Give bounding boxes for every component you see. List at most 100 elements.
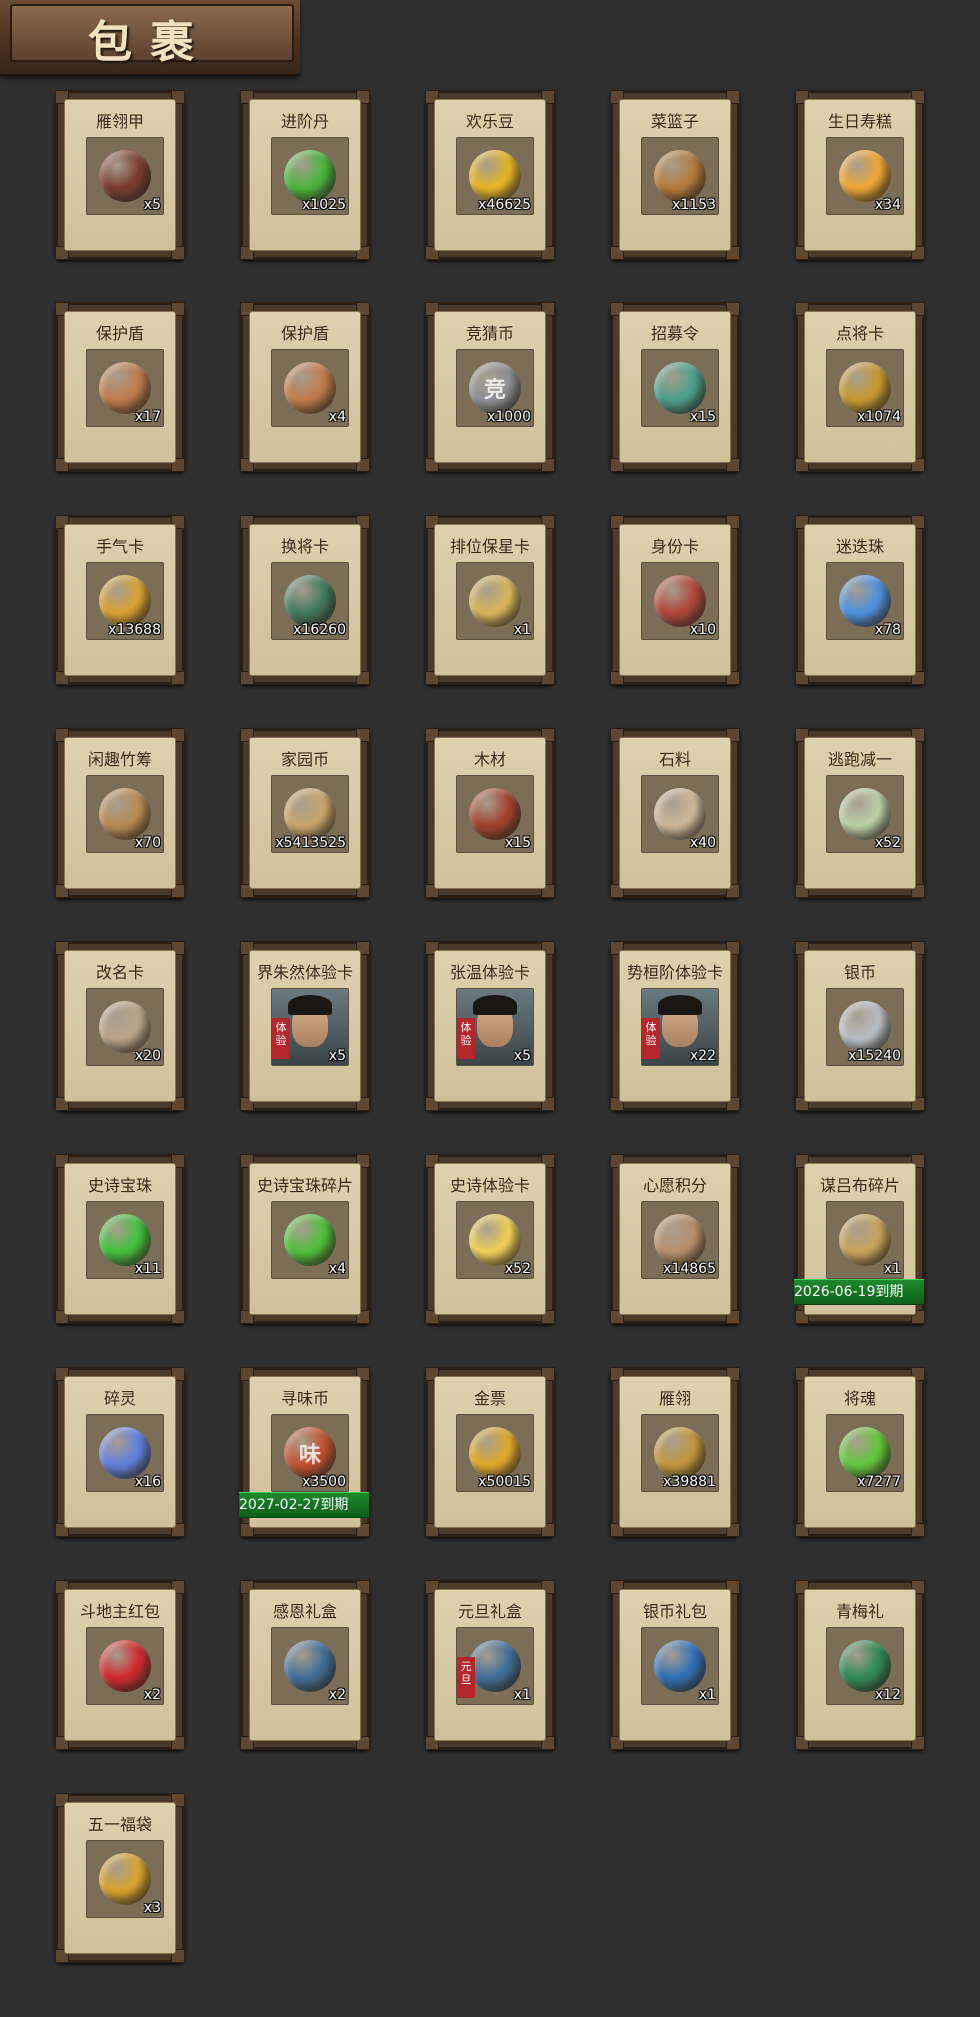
card-face: 史诗宝珠 x11 xyxy=(64,1163,176,1315)
inventory-item[interactable]: 木材 x15 xyxy=(425,728,555,898)
item-count: x1 xyxy=(513,1687,531,1703)
inventory-item[interactable]: 寻味币味 x3500 2027-02-27到期 xyxy=(239,1367,370,1537)
silver-coin-icon: 竞 xyxy=(469,362,521,414)
item-icon-frame: x40 xyxy=(641,775,719,853)
inventory-item[interactable]: 金票 x50015 xyxy=(425,1367,555,1537)
item-count: x1074 xyxy=(857,409,901,425)
inventory-item[interactable]: 斗地主红包 x2 xyxy=(55,1580,185,1750)
inventory-item[interactable]: 将魂 x7277 xyxy=(795,1367,925,1537)
gold-ticket-icon xyxy=(469,1427,521,1479)
green-orb-icon xyxy=(99,1214,151,1266)
item-count: x13688 xyxy=(108,622,161,638)
inventory-item[interactable]: 保护盾 x17 xyxy=(55,302,185,472)
inventory-item[interactable]: 银币礼包 x1 xyxy=(610,1580,740,1750)
inventory-item[interactable]: 竞猜币竞 x1000 xyxy=(425,302,555,472)
item-name: 金票 xyxy=(473,1389,506,1408)
card-face: 换将卡 x16260 xyxy=(249,524,361,676)
inventory-item[interactable]: 界朱然体验卡 体验 x5 xyxy=(240,941,370,1111)
item-count: x16 xyxy=(134,1474,161,1490)
inventory-item[interactable]: 谋吕布碎片 x1 2026-06-19到期 xyxy=(794,1154,925,1324)
card-face: 进阶丹 x1025 xyxy=(249,99,361,251)
birthday-cake-icon xyxy=(839,150,891,202)
item-count: x16260 xyxy=(293,622,346,638)
item-icon-frame: 体验 x5 xyxy=(456,988,534,1066)
inventory-item[interactable]: 进阶丹 x1025 xyxy=(240,90,370,260)
card-face: 史诗宝珠碎片 x4 xyxy=(249,1163,361,1315)
inventory-item[interactable]: 欢乐豆 x46625 xyxy=(425,90,555,260)
inventory-item[interactable]: 生日寿糕 x34 xyxy=(795,90,925,260)
inventory-item[interactable]: 手气卡 x13688 xyxy=(55,515,185,685)
card-face: 感恩礼盒 x2 xyxy=(249,1589,361,1741)
gold-beans-icon xyxy=(469,150,521,202)
inventory-item[interactable]: 五一福袋 x3 xyxy=(55,1793,185,1963)
inventory-item[interactable]: 史诗宝珠碎片 x4 xyxy=(240,1154,370,1324)
item-count: x1025 xyxy=(302,197,346,213)
item-icon-frame: x50015 xyxy=(456,1414,534,1492)
inventory-item[interactable]: 排位保星卡 x1 xyxy=(425,515,555,685)
green-pill-icon xyxy=(284,150,336,202)
inventory-item[interactable]: 点将卡 x1074 xyxy=(795,302,925,472)
item-name: 迷迭珠 xyxy=(835,537,884,556)
item-name: 家园币 xyxy=(280,750,329,769)
inventory-item[interactable]: 碎灵 x16 xyxy=(55,1367,185,1537)
inventory-item[interactable]: 石料 x40 xyxy=(610,728,740,898)
item-count: x52 xyxy=(504,1261,531,1277)
item-count: x5 xyxy=(143,197,161,213)
item-name: 生日寿糕 xyxy=(827,112,892,131)
inventory-item[interactable]: 势桓阶体验卡体验 x22 xyxy=(610,941,740,1111)
stone-icon xyxy=(654,788,706,840)
item-name: 木材 xyxy=(473,750,506,769)
inventory-item[interactable]: 银币 x15240 xyxy=(795,941,925,1111)
inventory-item[interactable]: 菜篮子 x1153 xyxy=(610,90,740,260)
card-face: 元旦礼盒 元旦 x1 xyxy=(434,1589,546,1741)
inventory-item[interactable]: 换将卡 x16260 xyxy=(240,515,370,685)
item-icon-frame: 体验 x22 xyxy=(641,988,719,1066)
card-face: 家园币 x5413525 xyxy=(249,737,361,889)
item-name: 菜篮子 xyxy=(650,112,699,131)
item-name: 感恩礼盒 xyxy=(272,1602,337,1621)
inventory-item[interactable]: 闲趣竹筹 x70 xyxy=(55,728,185,898)
item-name: 保护盾 xyxy=(280,324,329,343)
item-count: x10 xyxy=(689,622,716,638)
jade-tag-icon xyxy=(839,788,891,840)
inventory-item[interactable]: 保护盾 x4 xyxy=(240,302,370,472)
inventory-item[interactable]: 心愿积分 x14865 xyxy=(610,1154,740,1324)
item-icon-frame: x1 xyxy=(456,562,534,640)
inventory-item[interactable]: 改名卡 x20 xyxy=(55,941,185,1111)
luck-card-icon xyxy=(99,575,151,627)
inventory-item[interactable]: 招募令 x15 xyxy=(610,302,740,472)
inventory-item[interactable]: 史诗宝珠 x11 xyxy=(55,1154,185,1324)
inventory-item[interactable]: 身份卡 x10 xyxy=(610,515,740,685)
item-count: x15 xyxy=(504,835,531,851)
inventory-item[interactable]: 逃跑减一 x52 xyxy=(795,728,925,898)
inventory-item[interactable]: 史诗体验卡 x52 xyxy=(425,1154,555,1324)
inventory-item[interactable]: 迷迭珠 x78 xyxy=(795,515,925,685)
card-face: 势桓阶体验卡体验 x22 xyxy=(619,950,731,1102)
card-face: 排位保星卡 x1 xyxy=(434,524,546,676)
item-name: 斗地主红包 xyxy=(79,1602,160,1621)
card-face: 改名卡 x20 xyxy=(64,950,176,1102)
item-icon-frame: x15 xyxy=(641,349,719,427)
item-name: 欢乐豆 xyxy=(465,112,514,131)
inventory-grid: 雁翎甲 x5 进阶丹 x1025 欢乐豆 x46625 菜篮子 x1153 生日寿糕 x34 保护盾… xyxy=(0,0,980,2017)
item-count: x17 xyxy=(134,409,161,425)
card-face: 碎灵 x16 xyxy=(64,1376,176,1528)
item-icon-frame: x17 xyxy=(86,349,164,427)
inventory-item[interactable]: 元旦礼盒 元旦 x1 xyxy=(425,1580,555,1750)
general-card-icon xyxy=(839,362,891,414)
item-count: x5 xyxy=(513,1048,531,1064)
inventory-item[interactable]: 雁翎 x39881 xyxy=(610,1367,740,1537)
item-icon-frame: x52 xyxy=(826,775,904,853)
inventory-item[interactable]: 感恩礼盒 x2 xyxy=(240,1580,370,1750)
inventory-item[interactable]: 青梅礼 x12 xyxy=(795,1580,925,1750)
item-name: 势桓阶体验卡 xyxy=(626,963,723,982)
inventory-item[interactable]: 张温体验卡 体验 x5 xyxy=(425,941,555,1111)
inventory-item[interactable]: 家园币 x5413525 xyxy=(240,728,370,898)
item-icon-frame: x5413525 xyxy=(271,775,349,853)
inventory-item[interactable]: 雁翎甲 x5 xyxy=(55,90,185,260)
item-name: 心愿积分 xyxy=(642,1176,707,1195)
swap-general-card-icon xyxy=(284,575,336,627)
stamp-badge: 体验 xyxy=(272,1018,290,1059)
item-name: 将魂 xyxy=(843,1389,876,1408)
armor-icon xyxy=(99,150,151,202)
